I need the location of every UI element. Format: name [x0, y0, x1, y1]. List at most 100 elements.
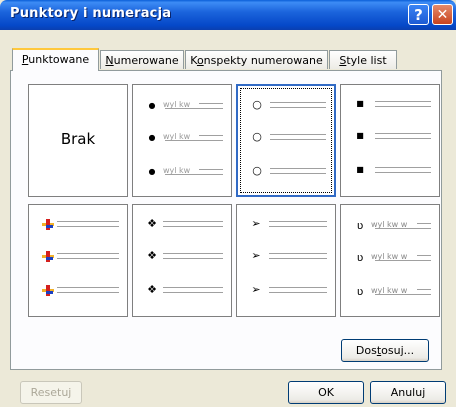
- sample-line: [270, 173, 326, 174]
- hollow-circle-icon: ○: [252, 130, 262, 143]
- sample-line: [57, 253, 119, 254]
- tab-label-post: umerowane: [113, 54, 179, 67]
- sample-line: [165, 174, 223, 175]
- tab-style-list[interactable]: Style list: [329, 50, 397, 69]
- customize-label-post: osuj...: [381, 344, 415, 357]
- ou-glyph-icon: ʋ: [356, 251, 364, 264]
- sample-line: [57, 221, 119, 222]
- sample-line: [57, 226, 119, 227]
- sample-line: [269, 221, 327, 222]
- arrowhead-icon: ➢: [251, 283, 261, 296]
- sample-line: [163, 221, 223, 222]
- tab-label-key: o: [196, 54, 204, 67]
- four-diamonds-icon: ❖: [147, 249, 157, 262]
- sample-line: [417, 289, 431, 290]
- tab-label-post: tyle list: [346, 54, 387, 67]
- ou-glyph-icon: ʋ: [356, 219, 364, 232]
- picture-bullet-icon: [41, 249, 55, 267]
- sample-line: [269, 258, 327, 259]
- sample-line: [375, 138, 431, 139]
- customize-label-pre: Dos: [355, 344, 377, 357]
- arrowhead-icon: ➢: [251, 249, 261, 262]
- sample-line: [199, 169, 223, 170]
- bullet-option-four-diamonds[interactable]: ❖ ❖ ❖: [132, 204, 232, 317]
- sample-text: wyl kw: [163, 166, 191, 175]
- bullet-gallery: Brak ● wyl kw ● wyl kw ● wyl kw ○ ○ ○ ■ ■ ■…: [18, 82, 440, 318]
- sample-line: [270, 139, 326, 140]
- sample-line: [375, 260, 431, 261]
- help-button[interactable]: ?: [408, 4, 429, 25]
- sample-line: [199, 103, 223, 104]
- sample-line: [270, 134, 326, 135]
- sample-line: [375, 172, 431, 173]
- customize-button[interactable]: Dostosuj...: [341, 339, 429, 362]
- help-icon: ?: [414, 6, 423, 24]
- bullet-option-ou-glyph[interactable]: ʋ wyl kw w ʋ wyl kw w ʋ wyl kw w: [340, 204, 440, 317]
- ok-button[interactable]: OK: [288, 381, 364, 404]
- bullet-option-arrowhead[interactable]: ➢ ➢ ➢: [236, 204, 336, 317]
- sample-line: [269, 253, 327, 254]
- bullet-option-hollow-circle[interactable]: ○ ○ ○: [236, 84, 336, 197]
- sample-line: [163, 292, 223, 293]
- sample-line: [269, 226, 327, 227]
- arrowhead-icon: ➢: [251, 217, 261, 230]
- title-bar[interactable]: Punktory i numeracja ? ✕: [0, 0, 456, 30]
- sample-line: [269, 287, 327, 288]
- sample-line: [57, 287, 119, 288]
- sample-line: [270, 107, 326, 108]
- sample-line: [375, 228, 431, 229]
- reset-button[interactable]: Resetuj: [20, 381, 82, 404]
- close-icon: ✕: [436, 7, 449, 23]
- picture-bullet-icon: [41, 217, 55, 235]
- cancel-button[interactable]: Anuluj: [370, 381, 446, 404]
- tab-label-pre: K: [190, 54, 197, 67]
- tab-label-post: unktowane: [28, 53, 90, 66]
- sample-text: wyl kw w: [371, 252, 408, 261]
- sample-line: [163, 258, 223, 259]
- none-label: Brak: [60, 130, 96, 148]
- tab-numerowane[interactable]: Numerowane: [100, 50, 184, 69]
- sample-text: wyl kw w: [371, 220, 408, 229]
- sample-line: [270, 168, 326, 169]
- tab-label-post: nspekty numerowane: [203, 54, 323, 67]
- filled-dot-icon: ●: [148, 167, 156, 176]
- sample-line: [375, 133, 431, 134]
- sample-line: [269, 292, 327, 293]
- bullet-option-filled-dot[interactable]: ● wyl kw ● wyl kw ● wyl kw: [132, 84, 232, 197]
- bullet-option-none[interactable]: Brak: [28, 84, 128, 197]
- sample-line: [417, 223, 431, 224]
- picture-bullet-icon: [41, 283, 55, 301]
- sample-line: [375, 106, 431, 107]
- sample-line: [163, 253, 223, 254]
- hollow-circle-icon: ○: [252, 98, 262, 111]
- ou-glyph-icon: ʋ: [356, 285, 364, 298]
- filled-dot-icon: ●: [148, 101, 156, 110]
- tab-punktowane[interactable]: Punktowane: [12, 48, 99, 71]
- sample-line: [163, 226, 223, 227]
- sample-line: [417, 255, 431, 256]
- sample-line: [375, 101, 431, 102]
- close-button[interactable]: ✕: [432, 4, 453, 25]
- four-diamonds-icon: ❖: [147, 217, 157, 230]
- hollow-circle-icon: ○: [252, 164, 262, 177]
- four-diamonds-icon: ❖: [147, 283, 157, 296]
- square-icon: ■: [356, 99, 364, 108]
- bullet-option-picture[interactable]: [28, 204, 128, 317]
- window-title: Punktory i numeracja: [10, 6, 172, 21]
- sample-line: [165, 140, 223, 141]
- sample-line: [199, 135, 223, 136]
- filled-dot-icon: ●: [148, 133, 156, 142]
- sample-line: [57, 292, 119, 293]
- bullet-option-square[interactable]: ■ ■ ■: [340, 84, 440, 197]
- tab-konspekty-numerowane[interactable]: Konspekty numerowane: [185, 50, 328, 69]
- sample-line: [163, 287, 223, 288]
- sample-text: wyl kw w: [371, 286, 408, 295]
- sample-line: [165, 108, 223, 109]
- square-icon: ■: [356, 131, 364, 140]
- sample-line: [57, 258, 119, 259]
- sample-text: wyl kw: [163, 132, 191, 141]
- square-icon: ■: [356, 165, 364, 174]
- sample-line: [270, 102, 326, 103]
- sample-line: [375, 294, 431, 295]
- sample-line: [375, 167, 431, 168]
